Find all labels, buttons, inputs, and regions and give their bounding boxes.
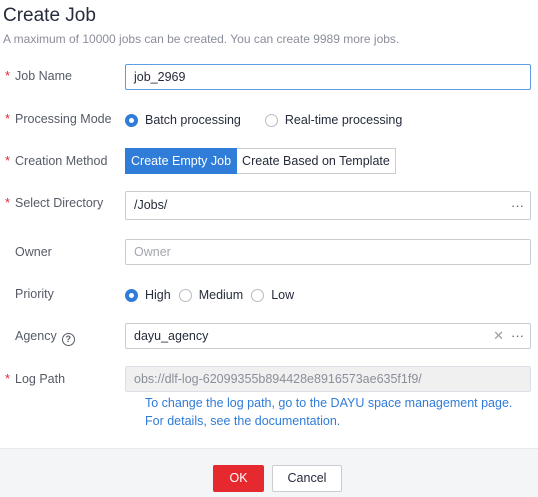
priority-label: Priority — [15, 287, 54, 301]
browse-agency-icon[interactable]: ··· — [511, 324, 524, 348]
create-empty-job-button[interactable]: Create Empty Job — [125, 148, 238, 174]
required-marker: * — [5, 371, 11, 386]
radio-checked-icon — [125, 113, 138, 127]
required-marker: * — [5, 195, 11, 210]
priority-radio-group: High Medium Low — [125, 288, 294, 302]
radio-batch-label: Batch processing — [145, 113, 241, 127]
create-based-on-template-button[interactable]: Create Based on Template — [237, 148, 396, 174]
log-path-input: obs://dlf-log-62099355b894428e8916573ae6… — [125, 366, 531, 392]
required-marker: * — [5, 153, 11, 168]
agency-input[interactable]: dayu_agency ✕ ··· — [125, 323, 531, 349]
job-name-input[interactable]: job_2969 — [125, 64, 531, 90]
cancel-button[interactable]: Cancel — [272, 465, 342, 492]
priority-medium-label: Medium — [198, 288, 244, 302]
log-path-value: obs://dlf-log-62099355b894428e8916573ae6… — [134, 372, 422, 386]
owner-placeholder: Owner — [134, 245, 171, 259]
priority-high-label: High — [145, 288, 171, 302]
documentation-link[interactable]: For details, see the documentation. — [145, 414, 340, 428]
radio-priority-low[interactable]: Low — [251, 288, 294, 302]
job-name-label: Job Name — [15, 69, 72, 83]
radio-checked-icon — [125, 288, 138, 302]
owner-label: Owner — [15, 245, 52, 259]
log-path-label: Log Path — [15, 372, 66, 386]
select-directory-input[interactable]: /Jobs/ ··· — [125, 191, 531, 220]
processing-mode-radio-group: Batch processing Real-time processing — [125, 113, 402, 127]
job-name-value: job_2969 — [134, 70, 186, 84]
agency-label-wrap: Agency? — [15, 329, 75, 346]
dialog-subtitle: A maximum of 10000 jobs can be created. … — [3, 32, 400, 46]
creation-method-label: Creation Method — [15, 154, 108, 168]
agency-value: dayu_agency — [134, 329, 209, 343]
processing-mode-label: Processing Mode — [15, 112, 112, 126]
radio-unchecked-icon — [178, 288, 192, 302]
owner-input[interactable]: Owner — [125, 239, 531, 265]
agency-label: Agency — [15, 329, 57, 343]
radio-real-time-processing[interactable]: Real-time processing — [264, 113, 403, 127]
log-path-hint-link[interactable]: To change the log path, go to the DAYU s… — [145, 396, 512, 410]
radio-unchecked-icon — [264, 113, 278, 127]
radio-priority-medium[interactable]: Medium — [178, 288, 244, 302]
dialog-footer: OK Cancel — [0, 448, 538, 497]
help-icon[interactable]: ? — [61, 333, 75, 346]
select-directory-value: /Jobs/ — [134, 198, 168, 212]
ok-button[interactable]: OK — [213, 465, 264, 492]
radio-real-time-label: Real-time processing — [284, 113, 403, 127]
dialog-title: Create Job — [3, 5, 96, 26]
priority-low-label: Low — [271, 288, 295, 302]
required-marker: * — [5, 68, 11, 83]
creation-method-segmented: Create Empty Job Create Based on Templat… — [125, 148, 396, 174]
browse-directory-icon[interactable]: ··· — [511, 192, 524, 219]
required-marker: * — [5, 111, 11, 126]
clear-icon[interactable]: ✕ — [493, 324, 504, 348]
select-directory-label: Select Directory — [15, 196, 104, 210]
radio-unchecked-icon — [251, 288, 265, 302]
radio-priority-high[interactable]: High — [125, 288, 171, 302]
radio-batch-processing[interactable]: Batch processing — [125, 113, 241, 127]
